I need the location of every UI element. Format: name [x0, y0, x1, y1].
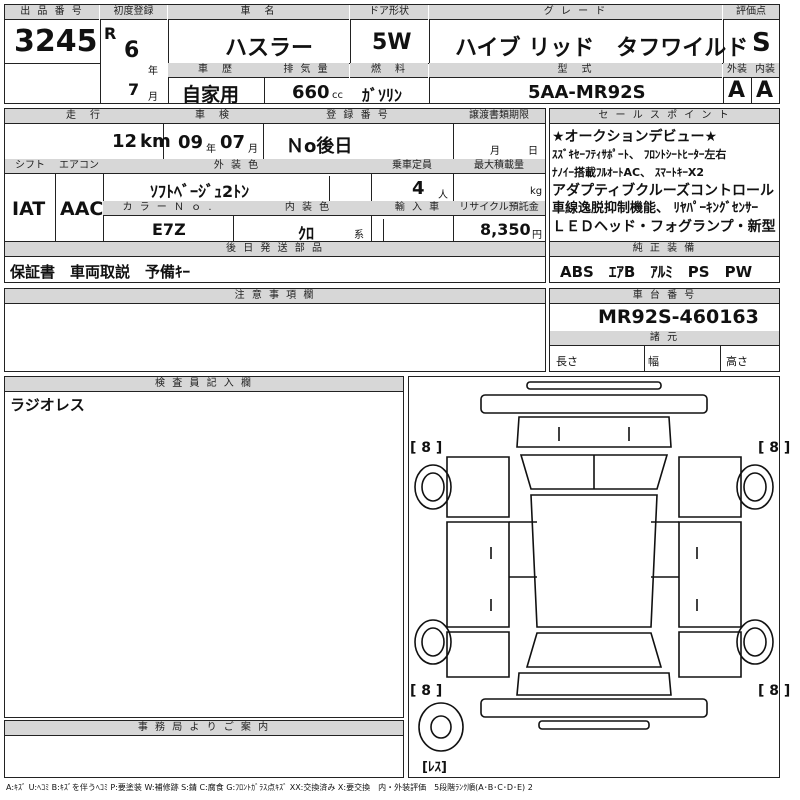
- capacity: 4: [412, 178, 425, 199]
- history: 自家用: [182, 84, 240, 106]
- chassis-label: 車 台 番 号: [550, 289, 779, 304]
- inspection-label: 車 検: [163, 109, 263, 124]
- tire-mark-fl: [ 8 ]: [410, 440, 443, 456]
- mileage-unit: km: [140, 131, 171, 152]
- insp-month-unit: 月: [248, 144, 258, 155]
- notes-label: 注 意 事 項 欄: [5, 289, 545, 304]
- inspector-label: 検 査 員 記 入 欄: [5, 377, 403, 392]
- office-label: 事 務 局 よ り ご 案 内: [5, 721, 403, 736]
- accessories-label: 後 日 発 送 部 品: [5, 242, 545, 257]
- shift: IAT: [12, 198, 46, 220]
- mileage-label: 走 行: [5, 109, 163, 124]
- grade: ハイブ リッド タフワイルド: [455, 36, 749, 61]
- reg-month: 7: [128, 80, 140, 99]
- car-name-label: 車 名: [168, 5, 349, 20]
- length-label: 長さ: [556, 355, 578, 368]
- sales-points-list: ★オークションデビュー★ ｽｽﾞｷｾｰﾌﾃｨｻﾎﾟｰﾄ、 ﾌﾛﾝﾄｼｰﾄﾋｰﾀｰ…: [552, 128, 780, 236]
- sales-points-label: セ ー ル ス ポ イ ン ト: [550, 109, 779, 124]
- transfer-label: 譲渡書類期限: [453, 109, 545, 124]
- color-no: E7Z: [152, 220, 186, 239]
- recycle-label: リサイクル預託金: [453, 201, 545, 216]
- load-unit: kg: [530, 186, 543, 197]
- legend: A:ｷｽﾞ U:ﾍｺﾐ B:ｷｽﾞを伴うﾍｺﾐ P:要塗装 W:補修跡 S:錆 …: [6, 783, 533, 792]
- fuel-label: 燃 料: [350, 63, 428, 78]
- era: R: [104, 24, 117, 43]
- width-label: 幅: [648, 355, 659, 368]
- int-score: A: [756, 78, 774, 103]
- displacement-label: 排 気 量: [264, 63, 349, 78]
- first-reg-label: 初度登録: [100, 5, 167, 20]
- int-label: 内装: [751, 63, 779, 78]
- door: 5W: [372, 30, 412, 55]
- equipment-label: 純 正 装 備: [550, 242, 779, 257]
- reg-year-unit: 年: [148, 66, 158, 77]
- equipment-value: ABS ｴｱB ｱﾙﾐ PS PW: [560, 263, 753, 281]
- shift-label: シフト: [5, 159, 55, 174]
- plate-label: 登 録 番 号: [263, 109, 453, 124]
- ac-label: エアコン: [55, 159, 103, 174]
- transfer-month-unit: 月: [490, 146, 500, 157]
- int-color-label: 内 装 色: [233, 201, 383, 216]
- inspector-value: ラジオレス: [10, 396, 85, 414]
- score-label: 評価点: [723, 5, 779, 20]
- displacement: 660: [292, 82, 330, 103]
- lot-no: 3245: [14, 24, 98, 59]
- fuel: ｶﾞｿﾘﾝ: [362, 86, 403, 105]
- capacity-label: 乗車定員: [371, 159, 453, 174]
- load-label: 最大積載量: [453, 159, 545, 174]
- inspector-panel: [4, 376, 404, 718]
- sales-line: ｽｽﾞｷｾｰﾌﾃｨｻﾎﾟｰﾄ、 ﾌﾛﾝﾄｼｰﾄﾋｰﾀｰ左右: [552, 148, 727, 161]
- tire-mark-rr: [ 8 ]: [758, 683, 791, 699]
- model-label: 型 式: [429, 63, 722, 78]
- height-label: 高さ: [726, 355, 748, 368]
- car-name: ハスラー: [225, 36, 314, 61]
- sales-line: ＬＥＤヘッド・フォグランプ・新型: [552, 219, 776, 235]
- accessories-value: 保証書 車両取説 予備ｷｰ: [10, 263, 191, 281]
- color-no-label: カ ラ ー Ｎ ｏ .: [103, 201, 233, 216]
- ext-score: A: [728, 78, 746, 103]
- details-grid: [4, 108, 546, 242]
- ac: AAC: [60, 198, 104, 220]
- capacity-unit: 人: [438, 190, 448, 201]
- insp-year: 09: [178, 132, 204, 153]
- specs-label: 諸 元: [550, 331, 779, 346]
- plate: Ｎo後日: [286, 136, 353, 157]
- displacement-unit: cc: [332, 90, 343, 101]
- door-label: ドア形状: [350, 5, 428, 20]
- sales-line: ﾅﾉｲｰ搭載ﾌﾙｵｰﾄAC、 ｽﾏｰﾄｷｰX2: [552, 166, 705, 179]
- ext-label: 外装: [723, 63, 751, 78]
- history-label: 車 歴: [168, 63, 264, 78]
- overall-score: S: [752, 28, 771, 58]
- recycle-unit: 円: [532, 230, 542, 241]
- import-label: 輸 入 車: [383, 201, 453, 216]
- car-diagram: [414, 381, 774, 752]
- tire-mark-fr: [ 8 ]: [758, 440, 791, 456]
- int-color-unit: 系: [354, 230, 364, 241]
- sales-line: アダプティブクルーズコントロール: [552, 183, 775, 199]
- transfer-day-unit: 日: [528, 146, 538, 157]
- ext-color-label: 外 装 色: [103, 159, 371, 174]
- sales-line: ★オークションデビュー★: [552, 129, 718, 145]
- tire-mark-rl: [ 8 ]: [410, 683, 443, 699]
- model: 5AA-MR92S: [528, 82, 646, 103]
- insp-year-unit: 年: [206, 144, 216, 155]
- lot-no-label: 出 品 番 号: [5, 5, 99, 20]
- reg-year: 6: [124, 38, 140, 63]
- mileage: 12: [112, 131, 138, 152]
- grade-label: グ レ ー ド: [429, 5, 722, 20]
- sales-line: 車線逸脱抑制機能、 ﾘﾔﾊﾟｰｷﾝｸﾞｾﾝｻｰ: [552, 201, 759, 216]
- recycle: 8,350: [480, 220, 531, 239]
- insp-month: 07: [220, 132, 246, 153]
- chassis-number: MR92S-460163: [598, 306, 759, 328]
- ext-color: ｿﾌﾄﾍﾞｰｼﾞｭ2ﾄﾝ: [150, 182, 250, 201]
- reg-month-unit: 月: [148, 92, 158, 103]
- spare-tire-mark: [ﾚｽ]: [422, 760, 447, 775]
